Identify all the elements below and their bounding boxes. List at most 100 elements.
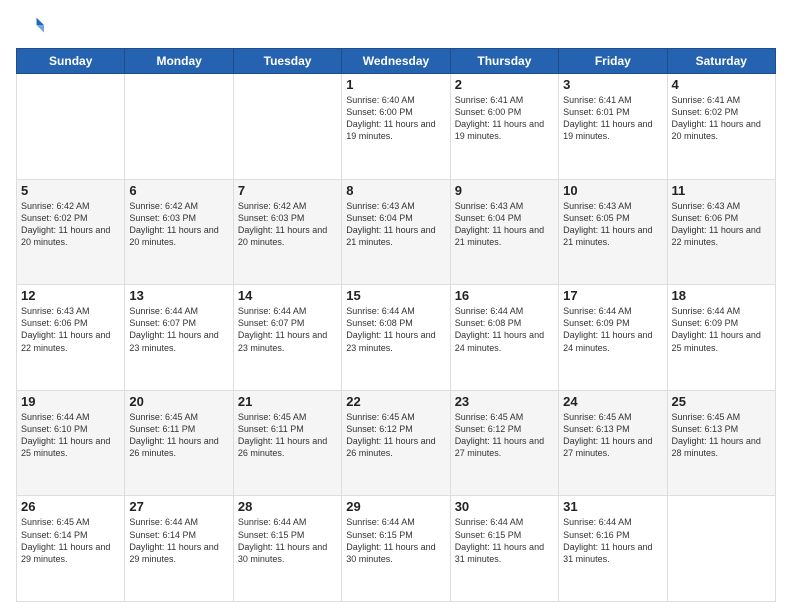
calendar-cell: 10 Sunrise: 6:43 AM Sunset: 6:05 PM Dayli… [559,179,667,285]
day-number: 3 [563,77,662,92]
calendar-cell: 24 Sunrise: 6:45 AM Sunset: 6:13 PM Dayli… [559,390,667,496]
day-number: 1 [346,77,445,92]
calendar-cell: 26Sunrise: 6:45 AM Sunset: 6:14 PM Dayli… [17,496,125,602]
calendar-cell: 15 Sunrise: 6:44 AM Sunset: 6:08 PM Dayli… [342,285,450,391]
day-number: 4 [672,77,771,92]
weekday-header-wednesday: Wednesday [342,49,450,74]
calendar-cell: 3 Sunrise: 6:41 AM Sunset: 6:01 PM Daylig… [559,74,667,180]
day-info: Sunrise: 6:41 AM Sunset: 6:01 PM Dayligh… [563,94,662,143]
day-info: Sunrise: 6:45 AM Sunset: 6:11 PM Dayligh… [238,411,337,460]
calendar-cell: 30Sunrise: 6:44 AM Sunset: 6:15 PM Dayli… [450,496,558,602]
day-number: 9 [455,183,554,198]
day-info: Sunrise: 6:45 AM Sunset: 6:12 PM Dayligh… [346,411,445,460]
calendar-cell: 17Sunrise: 6:44 AM Sunset: 6:09 PM Dayli… [559,285,667,391]
day-info: Sunrise: 6:44 AM Sunset: 6:16 PM Dayligh… [563,516,662,565]
day-info: Sunrise: 6:45 AM Sunset: 6:13 PM Dayligh… [563,411,662,460]
day-number: 13 [129,288,228,303]
day-info: Sunrise: 6:44 AM Sunset: 6:14 PM Dayligh… [129,516,228,565]
calendar-cell: 31 Sunrise: 6:44 AM Sunset: 6:16 PM Dayli… [559,496,667,602]
weekday-header-friday: Friday [559,49,667,74]
calendar-cell: 19 Sunrise: 6:44 AM Sunset: 6:10 PM Dayli… [17,390,125,496]
day-number: 14 [238,288,337,303]
calendar-cell: 12 Sunrise: 6:43 AM Sunset: 6:06 PM Dayli… [17,285,125,391]
day-info: Sunrise: 6:44 AM Sunset: 6:15 PM Dayligh… [346,516,445,565]
day-info: Sunrise: 6:44 AM Sunset: 6:07 PM Dayligh… [129,305,228,354]
day-number: 31 [563,499,662,514]
day-number: 27 [129,499,228,514]
calendar-cell: 22 Sunrise: 6:45 AM Sunset: 6:12 PM Dayli… [342,390,450,496]
weekday-header-monday: Monday [125,49,233,74]
day-number: 21 [238,394,337,409]
calendar-cell: 14 Sunrise: 6:44 AM Sunset: 6:07 PM Dayli… [233,285,341,391]
day-info: Sunrise: 6:45 AM Sunset: 6:12 PM Dayligh… [455,411,554,460]
calendar-cell: 20 Sunrise: 6:45 AM Sunset: 6:11 PM Dayli… [125,390,233,496]
calendar-cell: 28 Sunrise: 6:44 AM Sunset: 6:15 PM Dayli… [233,496,341,602]
day-number: 29 [346,499,445,514]
calendar-cell: 5 Sunrise: 6:42 AM Sunset: 6:02 PM Daylig… [17,179,125,285]
page: SundayMondayTuesdayWednesdayThursdayFrid… [0,0,792,612]
day-number: 23 [455,394,554,409]
day-number: 18 [672,288,771,303]
day-info: Sunrise: 6:45 AM Sunset: 6:11 PM Dayligh… [129,411,228,460]
header [16,12,776,40]
calendar-cell: 13 Sunrise: 6:44 AM Sunset: 6:07 PM Dayli… [125,285,233,391]
day-number: 15 [346,288,445,303]
day-number: 8 [346,183,445,198]
calendar-cell [667,496,775,602]
day-info: Sunrise: 6:42 AM Sunset: 6:02 PM Dayligh… [21,200,120,249]
day-number: 22 [346,394,445,409]
day-info: Sunrise: 6:42 AM Sunset: 6:03 PM Dayligh… [129,200,228,249]
day-number: 28 [238,499,337,514]
day-number: 26 [21,499,120,514]
calendar-cell: 18Sunrise: 6:44 AM Sunset: 6:09 PM Dayli… [667,285,775,391]
calendar-cell: 2 Sunrise: 6:41 AM Sunset: 6:00 PM Daylig… [450,74,558,180]
day-info: Sunrise: 6:44 AM Sunset: 6:08 PM Dayligh… [455,305,554,354]
day-info: Sunrise: 6:44 AM Sunset: 6:10 PM Dayligh… [21,411,120,460]
week-row-0: 1Sunrise: 6:40 AM Sunset: 6:00 PM Daylig… [17,74,776,180]
day-info: Sunrise: 6:44 AM Sunset: 6:15 PM Dayligh… [238,516,337,565]
calendar-cell: 8Sunrise: 6:43 AM Sunset: 6:04 PM Daylig… [342,179,450,285]
calendar-cell: 27 Sunrise: 6:44 AM Sunset: 6:14 PM Dayli… [125,496,233,602]
calendar-cell [125,74,233,180]
weekday-header-saturday: Saturday [667,49,775,74]
weekday-header-thursday: Thursday [450,49,558,74]
day-info: Sunrise: 6:43 AM Sunset: 6:05 PM Dayligh… [563,200,662,249]
day-info: Sunrise: 6:45 AM Sunset: 6:13 PM Dayligh… [672,411,771,460]
day-info: Sunrise: 6:41 AM Sunset: 6:00 PM Dayligh… [455,94,554,143]
calendar-cell [17,74,125,180]
calendar-cell: 11Sunrise: 6:43 AM Sunset: 6:06 PM Dayli… [667,179,775,285]
day-number: 12 [21,288,120,303]
weekday-header-tuesday: Tuesday [233,49,341,74]
logo [16,12,48,40]
day-number: 10 [563,183,662,198]
day-number: 25 [672,394,771,409]
week-row-3: 19 Sunrise: 6:44 AM Sunset: 6:10 PM Dayli… [17,390,776,496]
calendar-cell: 4Sunrise: 6:41 AM Sunset: 6:02 PM Daylig… [667,74,775,180]
day-number: 24 [563,394,662,409]
calendar-cell: 29 Sunrise: 6:44 AM Sunset: 6:15 PM Dayli… [342,496,450,602]
day-info: Sunrise: 6:44 AM Sunset: 6:15 PM Dayligh… [455,516,554,565]
logo-icon [16,12,44,40]
day-number: 2 [455,77,554,92]
weekday-header-sunday: Sunday [17,49,125,74]
day-number: 5 [21,183,120,198]
calendar-cell: 7 Sunrise: 6:42 AM Sunset: 6:03 PM Daylig… [233,179,341,285]
day-number: 19 [21,394,120,409]
day-info: Sunrise: 6:43 AM Sunset: 6:06 PM Dayligh… [21,305,120,354]
day-number: 20 [129,394,228,409]
day-info: Sunrise: 6:44 AM Sunset: 6:08 PM Dayligh… [346,305,445,354]
day-info: Sunrise: 6:44 AM Sunset: 6:09 PM Dayligh… [563,305,662,354]
day-info: Sunrise: 6:42 AM Sunset: 6:03 PM Dayligh… [238,200,337,249]
day-number: 16 [455,288,554,303]
weekday-header-row: SundayMondayTuesdayWednesdayThursdayFrid… [17,49,776,74]
day-info: Sunrise: 6:44 AM Sunset: 6:07 PM Dayligh… [238,305,337,354]
day-info: Sunrise: 6:43 AM Sunset: 6:06 PM Dayligh… [672,200,771,249]
calendar-table: SundayMondayTuesdayWednesdayThursdayFrid… [16,48,776,602]
day-info: Sunrise: 6:43 AM Sunset: 6:04 PM Dayligh… [455,200,554,249]
calendar-cell: 25 Sunrise: 6:45 AM Sunset: 6:13 PM Dayli… [667,390,775,496]
day-number: 6 [129,183,228,198]
week-row-1: 5 Sunrise: 6:42 AM Sunset: 6:02 PM Daylig… [17,179,776,285]
calendar-cell [233,74,341,180]
day-number: 7 [238,183,337,198]
calendar-cell: 9 Sunrise: 6:43 AM Sunset: 6:04 PM Daylig… [450,179,558,285]
